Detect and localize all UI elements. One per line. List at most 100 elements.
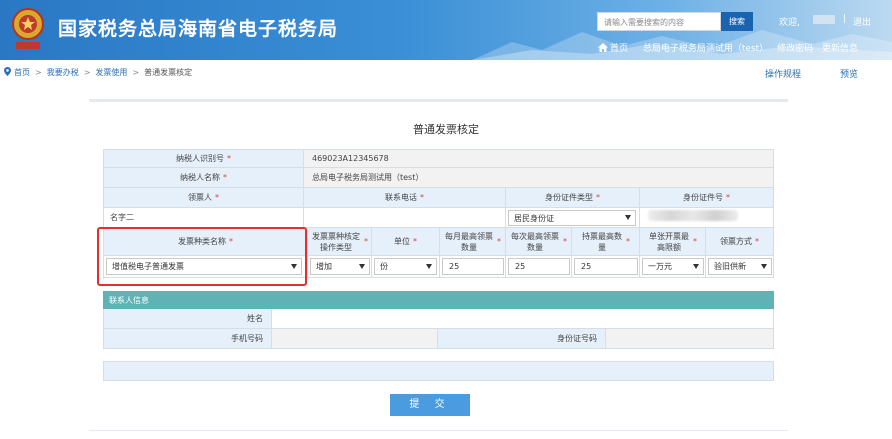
required-mark: *	[726, 193, 730, 202]
id-number-label: 身份证件号 *	[640, 188, 774, 208]
method-header-text: 领票方式	[720, 237, 752, 246]
op-type-select[interactable]: 增加	[310, 258, 370, 275]
unit-select[interactable]: 份	[374, 258, 437, 275]
method-header: 领票方式 *	[706, 228, 774, 256]
highlight-box	[97, 227, 307, 286]
contact-section-header: 联系人信息	[103, 291, 774, 309]
contact-name-label: 姓名	[104, 309, 272, 329]
phone-input[interactable]	[304, 208, 506, 228]
taxpayer-name-label: 纳税人名称 *	[104, 168, 304, 188]
nav-taxpayer[interactable]: 总局电子税务局测试用（test）	[643, 44, 768, 54]
hold-max-input[interactable]: 25	[574, 258, 638, 275]
monthly-max-header: 每月最高领票数量 *	[440, 228, 506, 256]
home-icon	[598, 43, 608, 52]
breadcrumb: 首页 > 我要办税 > 发票使用 > 普通发票核定	[4, 67, 192, 78]
site-title: 国家税务总局海南省电子税务局	[58, 18, 339, 40]
breadcrumb-current: 普通发票核定	[144, 68, 193, 77]
breadcrumb-invoice-use[interactable]: 发票使用	[95, 68, 127, 77]
required-mark: *	[227, 154, 231, 163]
submit-button[interactable]: 提 交	[390, 394, 470, 416]
tax-emblem-icon	[12, 8, 44, 49]
guide-link[interactable]: 操作规程	[765, 67, 801, 80]
monthly-max-header-text: 每月最高领票数量	[445, 231, 493, 252]
required-mark: *	[497, 237, 501, 246]
phone-label-text: 联系电话	[385, 193, 417, 202]
id-type-label-text: 身份证件类型	[545, 193, 593, 202]
required-mark: *	[563, 237, 567, 246]
required-mark: *	[626, 237, 630, 246]
taxpayer-id-value: 469023A12345678	[304, 150, 774, 168]
id-number-label-text: 身份证件号	[683, 193, 723, 202]
method-value: 验旧供新	[714, 262, 746, 271]
op-type-header-text: 发票票种核定操作类型	[312, 231, 360, 252]
unit-header-text: 单位	[394, 237, 410, 246]
breadcrumb-tax[interactable]: 我要办税	[47, 68, 79, 77]
required-mark: *	[693, 237, 697, 246]
each-max-input[interactable]: 25	[508, 258, 570, 275]
dropdown-arrow-icon	[359, 263, 365, 269]
nav-home[interactable]: 首页	[598, 43, 634, 54]
top-nav: 首页 总局电子税务局测试用（test） 修改密码 更新信息	[598, 41, 864, 54]
receiver-label-text: 领票人	[188, 193, 212, 202]
id-type-select-value: 居民身份证	[514, 213, 554, 223]
contact-phone-input[interactable]	[272, 329, 438, 349]
taxpayer-id-label-text: 纳税人识别号	[176, 154, 224, 163]
nav-change-password[interactable]: 修改密码	[777, 44, 813, 54]
nav-home-label: 首页	[610, 44, 629, 54]
username-blurred	[813, 15, 835, 24]
contact-name-input[interactable]	[272, 309, 774, 329]
monthly-max-input[interactable]: 25	[442, 258, 504, 275]
dropdown-arrow-icon	[426, 263, 432, 269]
op-type-value: 增加	[316, 262, 332, 271]
contact-id-label: 身份证号码	[438, 329, 606, 349]
unit-header: 单位 *	[372, 228, 440, 256]
single-limit-value: 一万元	[648, 262, 672, 271]
required-mark: *	[364, 237, 368, 246]
nav-update-info[interactable]: 更新信息	[822, 44, 858, 54]
header-separator: |	[843, 14, 847, 24]
dropdown-arrow-icon	[625, 215, 631, 220]
required-mark: *	[215, 193, 219, 202]
taxpayer-name-value: 总局电子税务局测试用（test）	[304, 168, 774, 188]
search-button[interactable]: 搜索	[721, 12, 753, 31]
id-type-label: 身份证件类型 *	[506, 188, 640, 208]
dropdown-arrow-icon	[761, 263, 767, 269]
id-number-blurred	[648, 210, 738, 221]
location-icon	[4, 67, 11, 76]
required-mark: *	[596, 193, 600, 202]
breadcrumb-separator: >	[132, 68, 140, 77]
breadcrumb-separator: >	[83, 68, 91, 77]
required-mark: *	[223, 173, 227, 182]
id-type-select[interactable]: 居民身份证	[508, 210, 636, 226]
unit-value: 份	[380, 262, 388, 271]
hold-max-header-text: 持票最高数量	[582, 231, 622, 252]
phone-label: 联系电话 *	[304, 188, 506, 208]
contact-id-input[interactable]	[606, 329, 774, 349]
required-mark: *	[420, 193, 424, 202]
each-max-header: 每次最高领票数量 *	[506, 228, 572, 256]
receiver-label: 领票人 *	[104, 188, 304, 208]
search-input[interactable]: 请输入需要搜索的内容	[597, 12, 721, 31]
site-header: 国家税务总局海南省电子税务局 请输入需要搜索的内容 搜索 欢迎, | 退出 首页…	[0, 0, 892, 60]
welcome-text: 欢迎,	[779, 18, 800, 28]
single-limit-select[interactable]: 一万元	[642, 258, 704, 275]
op-type-header: 发票票种核定操作类型 *	[308, 228, 372, 256]
attachment-bar	[103, 361, 774, 381]
panel-top-border	[89, 99, 788, 102]
required-mark: *	[755, 237, 759, 246]
contact-phone-label: 手机号码	[104, 329, 272, 349]
each-max-header-text: 每次最高领票数量	[511, 231, 559, 252]
breadcrumb-home[interactable]: 首页	[14, 68, 30, 77]
required-mark: *	[413, 237, 417, 246]
single-limit-header-text: 单张开票最高限额	[649, 231, 689, 252]
receiver-input[interactable]: 名字二	[104, 208, 304, 228]
form-title: 普通发票核定	[413, 123, 479, 136]
breadcrumb-separator: >	[35, 68, 42, 77]
logout-link[interactable]: 退出	[853, 15, 871, 28]
hold-max-header: 持票最高数量 *	[572, 228, 640, 256]
preview-link[interactable]: 预览	[840, 67, 858, 80]
single-limit-header: 单张开票最高限额 *	[640, 228, 706, 256]
method-select[interactable]: 验旧供新	[708, 258, 772, 275]
panel-bottom-border	[89, 430, 788, 431]
taxpayer-name-label-text: 纳税人名称	[180, 173, 220, 182]
